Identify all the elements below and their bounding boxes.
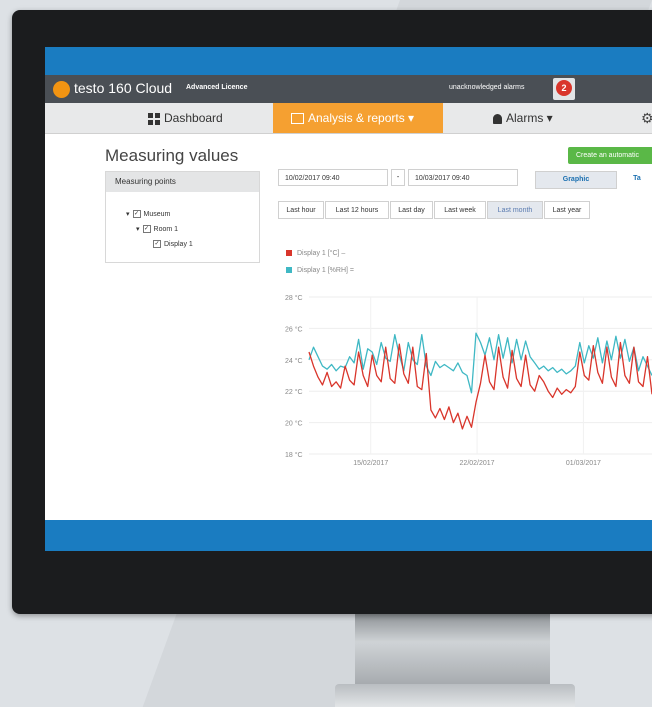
tree-label: Display 1: [164, 240, 193, 248]
gear-icon[interactable]: ⚙: [641, 110, 652, 127]
legend-label: Display 1 [°C] –: [297, 250, 346, 257]
testo-logo-icon: [53, 81, 70, 98]
table-view-button[interactable]: Ta: [622, 171, 652, 187]
legend-humidity[interactable]: Display 1 [%RH] =: [286, 267, 354, 274]
y-tick-label: 24 °C: [285, 357, 303, 365]
dashboard-icon: [148, 112, 160, 125]
monitor-stand: [355, 614, 550, 684]
licence-label: Advanced Licence: [186, 84, 248, 91]
y-tick-label: 20 °C: [285, 420, 303, 428]
tab-analysis-reports[interactable]: Analysis & reports ▾: [273, 103, 443, 133]
y-tick-label: 18 °C: [285, 451, 303, 459]
create-automatic-button[interactable]: Create an automatic: [568, 147, 652, 164]
legend-swatch: [286, 250, 292, 257]
legend-label: Display 1 [%RH] =: [297, 267, 354, 274]
monitor-stand-base: [335, 684, 575, 707]
checkbox[interactable]: ✓: [153, 240, 161, 248]
date-from-input[interactable]: 10/02/2017 09:40: [278, 169, 388, 186]
chevron-down-icon: ▾: [543, 111, 553, 125]
alarm-count: 2: [556, 80, 572, 96]
unacknowledged-alarms-label[interactable]: unacknowledged alarms: [449, 84, 525, 91]
tab-dashboard[interactable]: Dashboard: [148, 103, 268, 133]
tree-item-museum[interactable]: ▾ ✓ Museum: [126, 210, 171, 219]
top-bar: [45, 47, 652, 75]
chevron-down-icon: ▾: [404, 111, 415, 125]
date-to-input[interactable]: 10/03/2017 09:40: [408, 169, 518, 186]
range-last-year[interactable]: Last year: [544, 201, 590, 219]
range-last-month[interactable]: Last month: [487, 201, 543, 219]
tree-item-display[interactable]: ✓ Display 1: [150, 240, 193, 248]
graphic-view-button[interactable]: Graphic: [535, 171, 617, 189]
legend-temperature[interactable]: Display 1 [°C] –: [286, 250, 345, 257]
y-tick-label: 28 °C: [285, 294, 303, 302]
screen: testo 160 Cloud Advanced Licence unackno…: [45, 47, 652, 551]
range-last-day[interactable]: Last day: [390, 201, 433, 219]
y-tick-label: 22 °C: [285, 388, 303, 396]
x-tick-label: 22/02/2017: [460, 460, 495, 467]
date-separator: -: [391, 169, 405, 186]
legend-swatch: [286, 267, 292, 274]
main-nav: Dashboard Analysis & reports ▾ Alarms ▾ …: [45, 103, 652, 134]
tab-dashboard-label: Dashboard: [164, 111, 223, 125]
range-last-hour[interactable]: Last hour: [278, 201, 324, 219]
measuring-points-panel: Measuring points ▾ ✓ Museum ▾ ✓ Room 1 ✓ Disp…: [105, 171, 260, 263]
tab-analysis-label: Analysis & reports: [308, 111, 405, 125]
range-last-12-hours[interactable]: Last 12 hours: [325, 201, 389, 219]
checkbox[interactable]: ✓: [132, 210, 141, 219]
analysis-icon: [291, 113, 304, 125]
app-title: testo 160 Cloud: [74, 80, 173, 96]
bottom-bar: [45, 520, 652, 551]
tree-label: Room 1: [153, 226, 179, 233]
line-chart: 28 °C 26 °C 24 °C 22 °C 20 °C 18 °C 15/02/2017…: [285, 294, 652, 467]
page-title: Measuring values: [105, 146, 239, 165]
y-tick-label: 26 °C: [285, 325, 303, 333]
app-header: testo 160 Cloud Advanced Licence unackno…: [45, 75, 652, 103]
tree-item-room[interactable]: ▾ ✓ Room 1: [136, 225, 179, 234]
x-tick-label: 15/02/2017: [353, 460, 388, 467]
range-last-week[interactable]: Last week: [434, 201, 486, 219]
tab-alarms[interactable]: Alarms ▾: [493, 103, 583, 133]
bell-icon: [493, 113, 502, 124]
tab-alarms-label: Alarms: [506, 111, 544, 125]
checkbox[interactable]: ✓: [142, 225, 151, 234]
tree-label: Museum: [143, 211, 171, 218]
alarm-badge[interactable]: 2: [553, 78, 575, 100]
x-tick-label: 01/03/2017: [566, 460, 601, 467]
panel-title: Measuring points: [106, 172, 259, 192]
